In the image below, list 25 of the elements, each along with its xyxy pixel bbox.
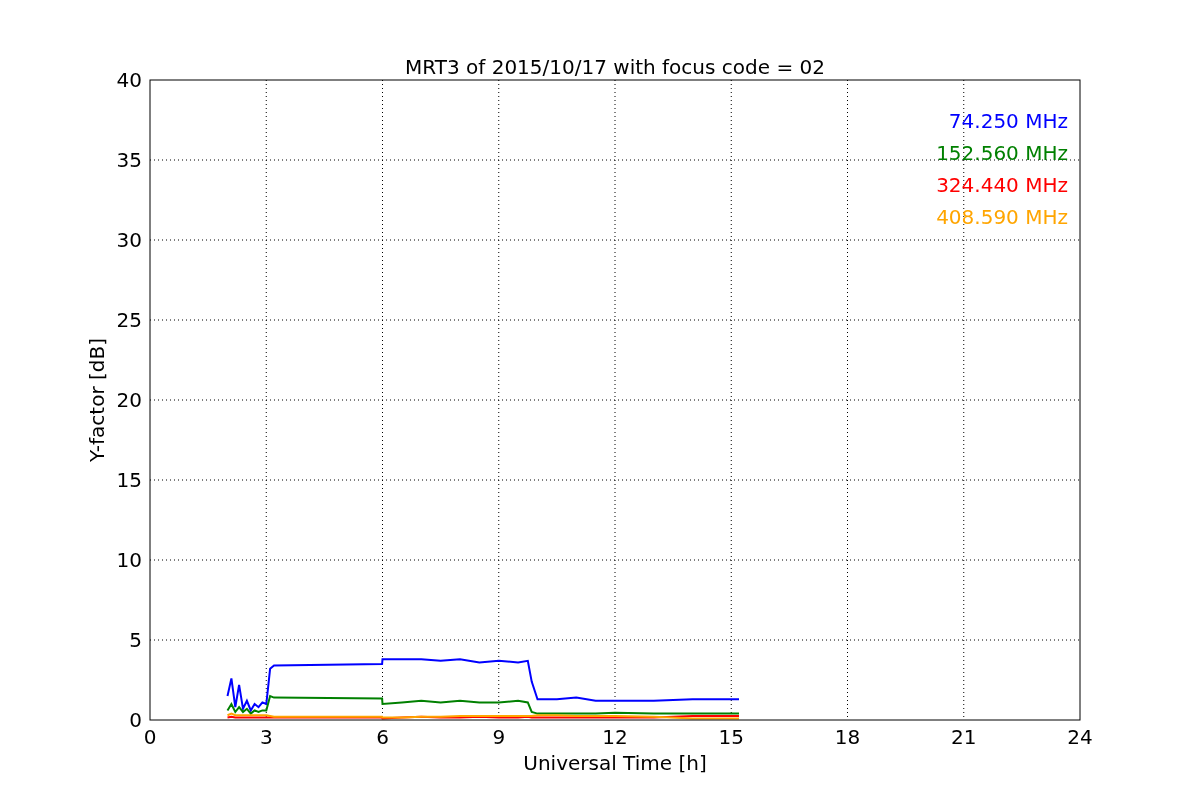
tick-label: 24	[1067, 725, 1093, 749]
tick-label: 9	[492, 725, 506, 749]
chart-title: MRT3 of 2015/10/17 with focus code = 02	[405, 55, 825, 79]
tick-label: 18	[834, 725, 861, 749]
tick-label: 0	[143, 725, 157, 749]
tick-label: 40	[116, 68, 142, 92]
tick-label: 0	[129, 708, 142, 732]
tick-label: 35	[116, 148, 142, 172]
tick-label: 21	[951, 725, 977, 749]
axis-label: Universal Time [h]	[523, 751, 707, 775]
tick-label: 25	[116, 308, 142, 332]
tick-label: 30	[116, 228, 142, 252]
tick-label: 15	[718, 725, 744, 749]
legend-label: 324.440 MHz	[936, 173, 1068, 197]
tick-label: 12	[602, 725, 628, 749]
tick-label: 5	[129, 628, 142, 652]
legend-label: 152.560 MHz	[936, 141, 1068, 165]
tick-label: 10	[116, 548, 142, 572]
legend-label: 408.590 MHz	[936, 205, 1068, 229]
axis-label: Y-factor [dB]	[85, 338, 109, 462]
legend-label: 74.250 MHz	[948, 109, 1068, 133]
tick-label: 3	[259, 725, 273, 749]
tick-label: 6	[376, 725, 389, 749]
tick-label: 15	[116, 468, 142, 492]
tick-label: 20	[116, 388, 142, 412]
